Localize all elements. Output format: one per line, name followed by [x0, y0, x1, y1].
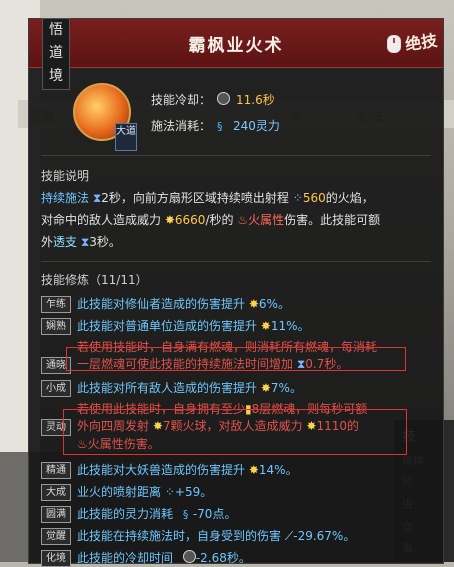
mod-value: 7%。	[270, 381, 302, 395]
cooldown-label: 技能冷却：	[151, 93, 212, 107]
mod-tag: 乍练	[41, 296, 71, 313]
star-icon: ✸	[248, 463, 259, 477]
mod-tag: 大成	[41, 484, 71, 501]
skill-grade-label: 绝技	[404, 30, 439, 55]
realm-char: 境	[49, 68, 63, 84]
mod-text: 此技能对修仙者造成的伤害提升	[77, 297, 246, 311]
cost-label: 施法消耗：	[151, 119, 212, 133]
desc-range: 560	[302, 191, 326, 205]
cost-value: 240灵力	[233, 119, 280, 133]
spirit-energy-icon: §	[182, 508, 189, 521]
skill-title: 霸枫业火术	[188, 36, 284, 56]
mod-value: -70点。	[192, 507, 237, 521]
desc-element: 火属性	[248, 213, 285, 227]
mod-row: 乍练 此技能对修仙者造成的伤害提升 ✸6%。	[41, 295, 421, 313]
mod-row: 大成 业火的喷射距离 ⁘+59。	[41, 483, 421, 501]
tooltip-header: 霸枫业火术 绝技	[29, 19, 443, 68]
mod-tag: 精通	[41, 462, 71, 479]
desc-text: 伤害。此技能可额	[284, 213, 381, 227]
mod-text: 此技能对所有敌人造成的伤害提升	[77, 381, 258, 395]
fire-icon: ♨	[237, 213, 249, 227]
mod-tag: 圆满	[41, 506, 71, 523]
mod-text: 此技能在持续施法时，自身受到的伤害	[77, 529, 282, 543]
mod-value: 11%。	[270, 319, 310, 333]
mod-value: -29.67%。	[293, 529, 356, 543]
divider	[41, 155, 431, 156]
mod-tag: 娴熟	[41, 318, 71, 335]
crosshair-icon: ⁘	[292, 191, 303, 205]
mouse-icon	[387, 35, 401, 53]
realm-char: 道	[49, 45, 63, 61]
description-heading: 技能说明	[41, 169, 90, 183]
mod-tag: 化境	[41, 550, 71, 567]
desc-text: /秒的	[205, 213, 234, 227]
mod-text: 此技能的冷却时间	[77, 551, 174, 565]
mod-text: 此技能的灵力消耗	[77, 507, 174, 521]
mod-row: 化境 此技能的冷却时间 -2.68秒。	[41, 549, 421, 567]
skill-description: 持续施法 ⧗2秒，向前方扇形区域持续喷出射程 ⁘560的火焰， 对命中的敌人造成…	[41, 187, 421, 253]
star-icon: ✸	[260, 319, 271, 333]
star-icon: ✸	[248, 297, 259, 311]
star-icon: ✸	[260, 381, 271, 395]
cooldown-line: 技能冷却： 11.6秒	[151, 91, 275, 108]
highlight-box	[66, 347, 406, 371]
star-icon: ✸	[164, 213, 175, 227]
mod-text: 此技能对普通单位造成的伤害提升	[77, 319, 258, 333]
desc-power: 6660	[174, 213, 206, 227]
mod-value: -2.68秒。	[195, 551, 251, 565]
mod-value: +59。	[174, 485, 213, 499]
mod-row: 圆满 此技能的灵力消耗 § -70点。	[41, 505, 421, 523]
mod-text: 此技能对大妖兽造成的伤害提升	[77, 463, 246, 477]
desc-text: 对命中的敌人造成威力	[41, 213, 162, 227]
cooldown-value: 11.6秒	[236, 93, 275, 107]
mod-row: 娴熟 此技能对普通单位造成的伤害提升 ✸11%。	[41, 317, 421, 335]
mod-tag: 觉醒	[41, 528, 71, 545]
clock-icon	[182, 550, 196, 563]
divider	[41, 261, 431, 262]
realm-vertical-tag: 悟 道 境	[42, 18, 70, 90]
cultivation-heading: 技能修炼（11/11）	[41, 273, 148, 287]
crosshair-icon: ⁘	[164, 485, 175, 499]
spirit-energy-icon: §	[217, 120, 223, 133]
mod-value: 14%。	[258, 463, 298, 477]
mod-row: 觉醒 此技能在持续施法时，自身受到的伤害 ⟋-29.67%。	[41, 527, 421, 545]
skill-tooltip-panel: 霸枫业火术 绝技 大道 技能冷却： 11.6秒 施法消耗： § 240灵力 技能说明 …	[28, 18, 444, 567]
desc-text: 的火焰，	[325, 191, 374, 205]
cost-line: 施法消耗： § 240灵力	[151, 117, 280, 134]
mod-tag: 小成	[41, 380, 71, 397]
mod-row: 精通 此技能对大妖兽造成的伤害提升 ✸14%。	[41, 461, 421, 479]
mod-value: 6%。	[258, 297, 290, 311]
mod-text: 业火的喷射距离	[77, 485, 162, 499]
clock-icon	[217, 92, 231, 105]
desc-text: 外	[41, 235, 54, 249]
desc-overdraw: 透支	[53, 235, 78, 249]
skill-rank-badge: 大道	[115, 123, 137, 151]
desc-text: 3秒。	[89, 235, 121, 249]
mod-row: 小成 此技能对所有敌人造成的伤害提升 ✸7%。	[41, 379, 421, 397]
highlight-box	[63, 409, 407, 455]
realm-char: 悟	[49, 22, 63, 38]
shield-icon: ⟋	[284, 529, 294, 543]
desc-text: 2秒，向前方扇形区域持续喷出射程	[101, 191, 289, 205]
desc-channel: 持续施法	[41, 191, 90, 205]
